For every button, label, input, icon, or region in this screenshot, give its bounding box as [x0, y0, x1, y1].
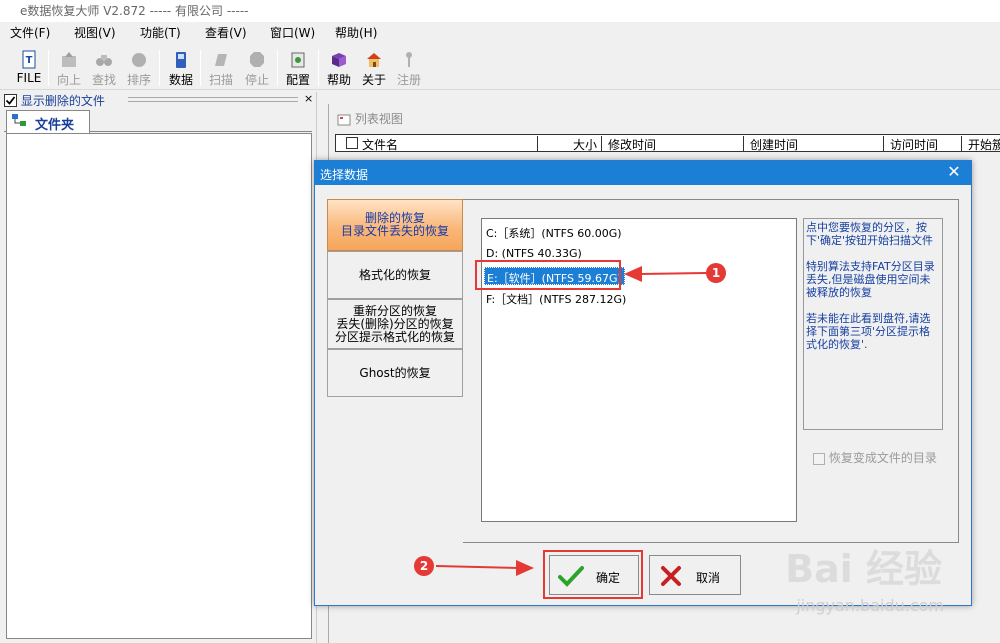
- step-badge: 2: [414, 556, 434, 576]
- watermark-url: jingyan.baidu.com: [796, 596, 944, 615]
- step-badge: 1: [706, 263, 726, 283]
- watermark-brand: Bai 经验: [785, 547, 942, 591]
